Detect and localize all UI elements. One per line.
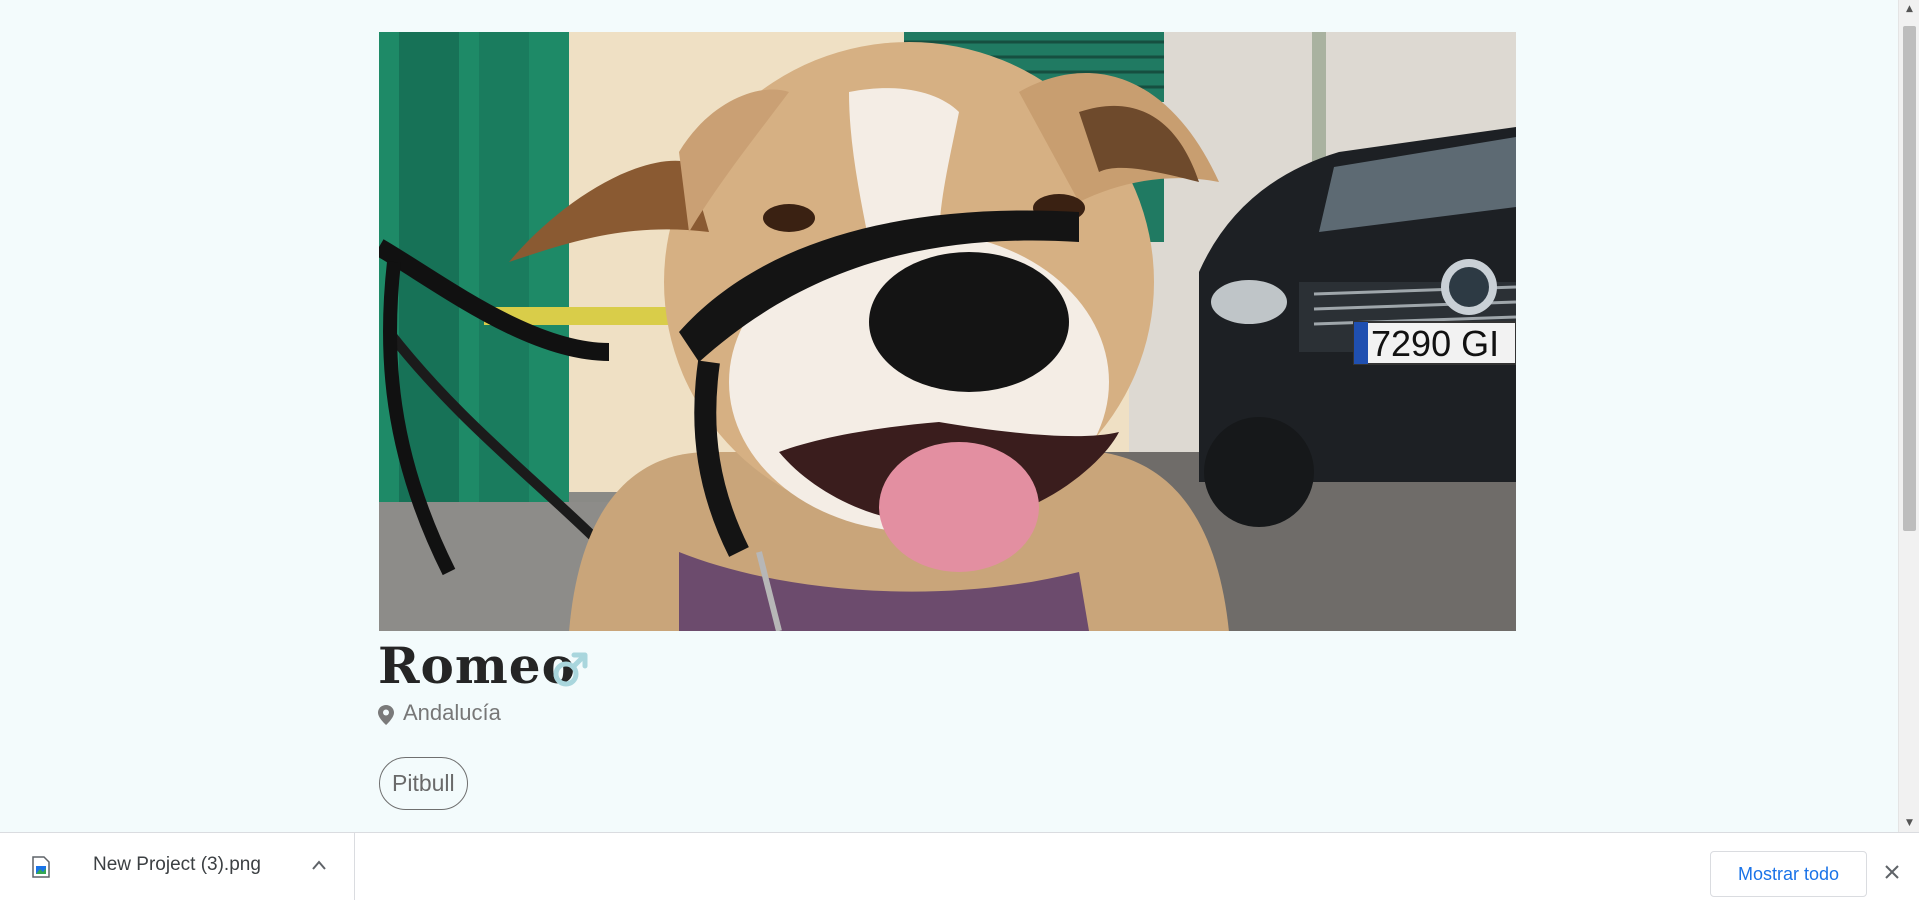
chevron-up-icon[interactable]	[311, 858, 327, 872]
male-symbol-icon	[553, 652, 588, 687]
pet-location: Andalucía	[403, 700, 501, 725]
download-bar: New Project (3).png Mostrar todo	[0, 832, 1919, 900]
scroll-thumb[interactable]	[1903, 26, 1916, 531]
download-item[interactable]: New Project (3).png	[0, 833, 355, 900]
pet-name: Romeo	[378, 636, 576, 695]
scroll-up-arrow-icon[interactable]: ▲	[1899, 0, 1919, 18]
vertical-scrollbar[interactable]: ▲ ▼	[1898, 0, 1919, 832]
svg-text:7290 GI: 7290 GI	[1371, 323, 1499, 364]
scroll-down-arrow-icon[interactable]: ▼	[1899, 814, 1919, 832]
pet-photo: 7290 GI	[379, 32, 1516, 631]
image-file-icon	[32, 856, 50, 878]
page-content: 7290 GI Romeo Andalucía Pitbull	[0, 0, 1898, 832]
close-icon[interactable]	[1883, 863, 1901, 881]
breed-chip[interactable]: Pitbull	[379, 757, 468, 810]
show-all-downloads-button[interactable]: Mostrar todo	[1710, 851, 1867, 897]
download-file-name[interactable]: New Project (3).png	[93, 854, 261, 876]
location-pin-icon	[378, 705, 394, 725]
